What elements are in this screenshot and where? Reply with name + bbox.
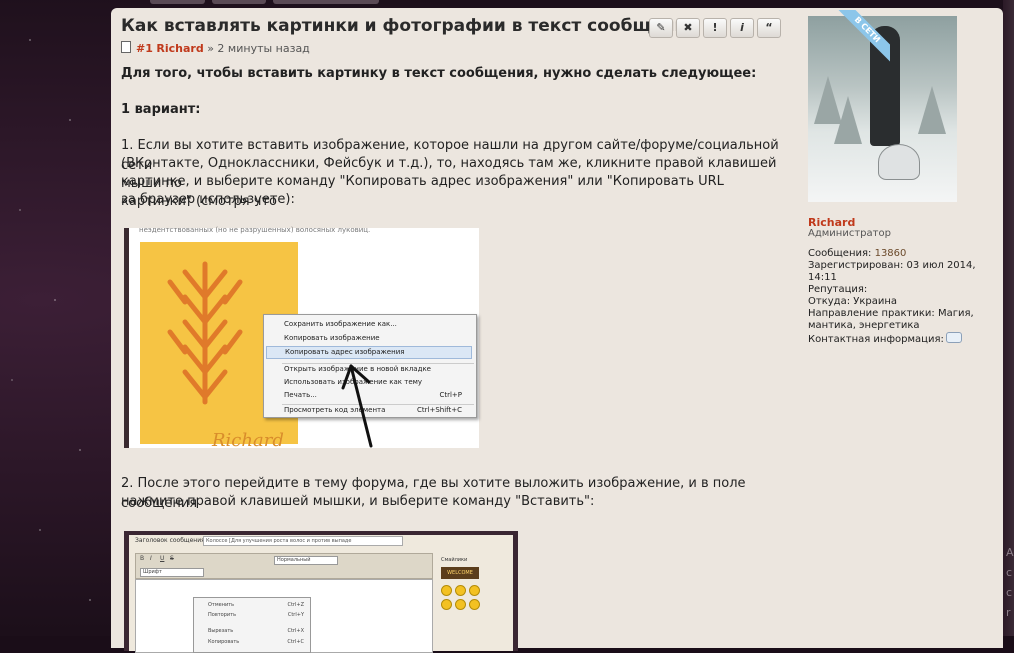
ctx-undo[interactable]: Отменить <box>208 602 234 608</box>
strike-icon[interactable]: S <box>170 555 174 562</box>
ctx-redo[interactable]: Повторить <box>208 612 236 618</box>
welcome-smiley[interactable]: WELCOME <box>441 567 479 579</box>
top-tab-2[interactable] <box>212 0 266 4</box>
size-select[interactable]: Нормальный <box>274 556 338 565</box>
ctx-print[interactable]: Печать... <box>284 391 317 399</box>
screenshot-context-menu: неэдентствованных (но не разрушенных) во… <box>124 226 479 451</box>
ctx-copy-image[interactable]: Копировать изображение <box>284 334 380 342</box>
registered-label: Зарегистрирован: <box>808 260 904 271</box>
ctx-save-image[interactable]: Сохранить изображение как... <box>284 320 397 328</box>
post-time: » 2 минуты назад <box>207 42 310 55</box>
delete-button[interactable]: ✖ <box>676 18 700 38</box>
from-value: Украина <box>853 296 898 307</box>
wolf-icon <box>878 144 920 180</box>
smiley-icon[interactable] <box>455 599 466 610</box>
online-ribbon: В СЕТИ <box>830 10 890 70</box>
top-tab-1[interactable] <box>150 0 205 4</box>
reputation-label: Репутация: <box>808 284 868 295</box>
ctx-print-shortcut: Ctrl+P <box>439 391 462 399</box>
post-title[interactable]: Как вставлять картинки и фотографии в те… <box>121 16 697 36</box>
posts-label: Сообщения: <box>808 248 872 259</box>
smiley-icon[interactable] <box>441 599 452 610</box>
top-bar <box>0 0 1014 6</box>
editor-toolbar: B I U S Нормальный Шрифт <box>135 553 433 579</box>
report-button[interactable]: ! <box>703 18 727 38</box>
online-badge: В СЕТИ <box>830 10 890 67</box>
ctx-copy[interactable]: Копировать <box>208 639 239 645</box>
contact-bubble-icon[interactable] <box>945 332 962 343</box>
ctx-inspect-shortcut: Ctrl+Shift+C <box>417 406 462 414</box>
post-number[interactable]: #1 <box>136 42 153 55</box>
variant-heading: 1 вариант: <box>121 102 201 117</box>
smiley-icon[interactable] <box>455 585 466 596</box>
edit-button[interactable]: ✎ <box>649 18 673 38</box>
posts-value[interactable]: 13860 <box>875 248 907 259</box>
smiley-icon[interactable] <box>469 585 480 596</box>
quote-button[interactable]: “ <box>757 18 781 38</box>
subject-label: Заголовок сообщения: <box>135 537 207 544</box>
intro-text: Для того, чтобы вставить картинку в текс… <box>121 66 757 81</box>
ctx-cut[interactable]: Вырезать <box>208 628 233 634</box>
post-doc-icon <box>121 41 131 53</box>
contact-label: Контактная информация: <box>808 334 944 345</box>
font-select[interactable]: Шрифт <box>140 568 204 577</box>
smiley-icon[interactable] <box>441 585 452 596</box>
post-author-link[interactable]: Richard <box>156 42 203 55</box>
watermark-text: Richard <box>212 430 284 451</box>
arrow-icon <box>341 364 373 448</box>
info-button[interactable]: i <box>730 18 754 38</box>
post-meta: #1 Richard » 2 минуты назад <box>121 41 310 55</box>
screenshot-editor: Заголовок сообщения: Колоссе [Для улучше… <box>124 531 518 653</box>
user-info: Сообщения: 13860 Зарегистрирован: 03 июл… <box>808 248 988 346</box>
step1-line4: за браузер используете): <box>121 192 295 207</box>
top-tab-3[interactable] <box>273 0 379 4</box>
screenshot1-caption: неэдентствованных (но не разрушенных) во… <box>139 226 371 234</box>
smilies-label: Смайлики <box>441 557 468 563</box>
sidebar-role: Администратор <box>808 228 891 239</box>
underline-icon[interactable]: U <box>160 555 164 562</box>
post-panel: Как вставлять картинки и фотографии в те… <box>111 8 1003 653</box>
step2-line2: нажмите правой клавишей мышки, и выберит… <box>121 494 595 509</box>
paste-context-menu: Отменить Ctrl+Z Повторить Ctrl+Y Вырезат… <box>193 597 311 653</box>
subject-field[interactable]: Колоссе [Для улучшения роста волос и про… <box>203 536 403 546</box>
italic-icon[interactable]: I <box>150 555 152 562</box>
practice-label: Направление практики: <box>808 308 935 319</box>
bold-icon[interactable]: B <box>140 555 144 562</box>
from-label: Откуда: <box>808 296 851 307</box>
smiley-icon[interactable] <box>469 599 480 610</box>
right-edge-strip: A c c r <box>1003 0 1014 636</box>
